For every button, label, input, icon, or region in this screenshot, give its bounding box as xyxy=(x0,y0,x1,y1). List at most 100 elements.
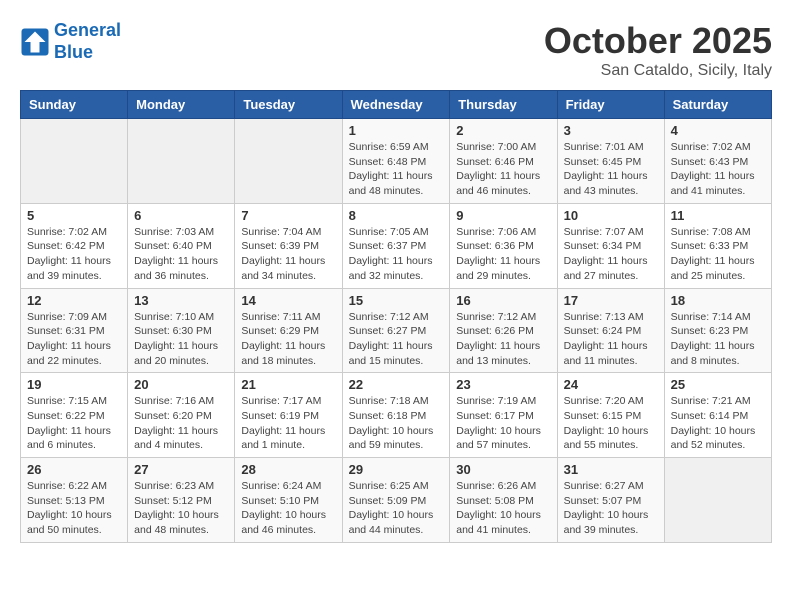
calendar-day-cell: 9 Sunrise: 7:06 AM Sunset: 6:36 PM Daylig… xyxy=(450,203,557,288)
calendar-day-cell: 6 Sunrise: 7:03 AM Sunset: 6:40 PM Daylig… xyxy=(128,203,235,288)
day-info: Sunrise: 6:23 AM Sunset: 5:12 PM Dayligh… xyxy=(134,479,228,538)
day-of-week-header: Tuesday xyxy=(235,91,342,119)
day-number: 21 xyxy=(241,377,335,392)
day-info: Sunrise: 7:11 AM Sunset: 6:29 PM Dayligh… xyxy=(241,310,335,369)
day-number: 6 xyxy=(134,208,228,223)
calendar-day-cell: 8 Sunrise: 7:05 AM Sunset: 6:37 PM Daylig… xyxy=(342,203,450,288)
day-number: 3 xyxy=(564,123,658,138)
calendar-day-cell: 1 Sunrise: 6:59 AM Sunset: 6:48 PM Daylig… xyxy=(342,119,450,204)
calendar-day-cell: 30Sunrise: 6:26 AM Sunset: 5:08 PM Dayli… xyxy=(450,458,557,543)
day-number: 14 xyxy=(241,293,335,308)
day-number: 11 xyxy=(671,208,765,223)
day-info: Sunrise: 7:12 AM Sunset: 6:27 PM Dayligh… xyxy=(349,310,444,369)
calendar-day-cell: 17 Sunrise: 7:13 AM Sunset: 6:24 PM Dayli… xyxy=(557,288,664,373)
day-info: Sunrise: 7:02 AM Sunset: 6:43 PM Dayligh… xyxy=(671,140,765,199)
day-info: Sunrise: 7:13 AM Sunset: 6:24 PM Dayligh… xyxy=(564,310,658,369)
day-number: 27 xyxy=(134,462,228,477)
day-number: 29 xyxy=(349,462,444,477)
day-info: Sunrise: 7:06 AM Sunset: 6:36 PM Dayligh… xyxy=(456,225,550,284)
calendar-week-row: 26 Sunrise: 6:22 AM Sunset: 5:13 PM Dayli… xyxy=(21,458,772,543)
day-info: Sunrise: 7:01 AM Sunset: 6:45 PM Dayligh… xyxy=(564,140,658,199)
day-of-week-header: Friday xyxy=(557,91,664,119)
day-number: 12 xyxy=(27,293,121,308)
day-number: 13 xyxy=(134,293,228,308)
calendar-day-cell: 19Sunrise: 7:15 AM Sunset: 6:22 PM Dayli… xyxy=(21,373,128,458)
logo-icon xyxy=(20,27,50,57)
day-info: Sunrise: 6:24 AM Sunset: 5:10 PM Dayligh… xyxy=(241,479,335,538)
day-number: 28 xyxy=(241,462,335,477)
day-info: Sunrise: 6:25 AM Sunset: 5:09 PM Dayligh… xyxy=(349,479,444,538)
calendar-week-row: 5 Sunrise: 7:02 AM Sunset: 6:42 PM Daylig… xyxy=(21,203,772,288)
day-info: Sunrise: 7:21 AM Sunset: 6:14 PM Dayligh… xyxy=(671,394,765,453)
calendar-day-cell: 7 Sunrise: 7:04 AM Sunset: 6:39 PM Daylig… xyxy=(235,203,342,288)
day-info: Sunrise: 7:17 AM Sunset: 6:19 PM Dayligh… xyxy=(241,394,335,453)
day-info: Sunrise: 7:05 AM Sunset: 6:37 PM Dayligh… xyxy=(349,225,444,284)
day-info: Sunrise: 7:15 AM Sunset: 6:22 PM Dayligh… xyxy=(27,394,121,453)
month-title: October 2025 San Cataldo, Sicily, Italy xyxy=(544,20,772,80)
calendar-day-cell: 2 Sunrise: 7:00 AM Sunset: 6:46 PM Daylig… xyxy=(450,119,557,204)
day-of-week-header: Saturday xyxy=(664,91,771,119)
calendar-header-row: SundayMondayTuesdayWednesdayThursdayFrid… xyxy=(21,91,772,119)
calendar-day-cell: 23Sunrise: 7:19 AM Sunset: 6:17 PM Dayli… xyxy=(450,373,557,458)
calendar-table: SundayMondayTuesdayWednesdayThursdayFrid… xyxy=(20,90,772,543)
day-info: Sunrise: 7:04 AM Sunset: 6:39 PM Dayligh… xyxy=(241,225,335,284)
day-number: 15 xyxy=(349,293,444,308)
day-number: 24 xyxy=(564,377,658,392)
calendar-day-cell: 26 Sunrise: 6:22 AM Sunset: 5:13 PM Dayli… xyxy=(21,458,128,543)
calendar-day-cell: 5 Sunrise: 7:02 AM Sunset: 6:42 PM Daylig… xyxy=(21,203,128,288)
day-of-week-header: Wednesday xyxy=(342,91,450,119)
calendar-day-cell: 29 Sunrise: 6:25 AM Sunset: 5:09 PM Dayli… xyxy=(342,458,450,543)
calendar-week-row: 19Sunrise: 7:15 AM Sunset: 6:22 PM Dayli… xyxy=(21,373,772,458)
calendar-day-cell: 27 Sunrise: 6:23 AM Sunset: 5:12 PM Dayli… xyxy=(128,458,235,543)
day-number: 17 xyxy=(564,293,658,308)
calendar-day-cell: 21 Sunrise: 7:17 AM Sunset: 6:19 PM Dayli… xyxy=(235,373,342,458)
day-number: 23 xyxy=(456,377,550,392)
day-info: Sunrise: 7:16 AM Sunset: 6:20 PM Dayligh… xyxy=(134,394,228,453)
day-number: 5 xyxy=(27,208,121,223)
day-number: 8 xyxy=(349,208,444,223)
day-info: Sunrise: 7:09 AM Sunset: 6:31 PM Dayligh… xyxy=(27,310,121,369)
calendar-day-cell: 22 Sunrise: 7:18 AM Sunset: 6:18 PM Dayli… xyxy=(342,373,450,458)
calendar-day-cell xyxy=(128,119,235,204)
day-info: Sunrise: 7:10 AM Sunset: 6:30 PM Dayligh… xyxy=(134,310,228,369)
day-number: 1 xyxy=(349,123,444,138)
calendar-week-row: 1 Sunrise: 6:59 AM Sunset: 6:48 PM Daylig… xyxy=(21,119,772,204)
day-number: 2 xyxy=(456,123,550,138)
calendar-day-cell: 10 Sunrise: 7:07 AM Sunset: 6:34 PM Dayli… xyxy=(557,203,664,288)
day-number: 16 xyxy=(456,293,550,308)
calendar-day-cell: 14 Sunrise: 7:11 AM Sunset: 6:29 PM Dayli… xyxy=(235,288,342,373)
day-info: Sunrise: 6:27 AM Sunset: 5:07 PM Dayligh… xyxy=(564,479,658,538)
day-info: Sunrise: 6:59 AM Sunset: 6:48 PM Dayligh… xyxy=(349,140,444,199)
day-number: 22 xyxy=(349,377,444,392)
day-of-week-header: Sunday xyxy=(21,91,128,119)
calendar-week-row: 12 Sunrise: 7:09 AM Sunset: 6:31 PM Dayli… xyxy=(21,288,772,373)
logo: General Blue xyxy=(20,20,121,63)
day-number: 7 xyxy=(241,208,335,223)
day-number: 20 xyxy=(134,377,228,392)
calendar-day-cell: 15 Sunrise: 7:12 AM Sunset: 6:27 PM Dayli… xyxy=(342,288,450,373)
day-number: 30 xyxy=(456,462,550,477)
page-header: General Blue October 2025 San Cataldo, S… xyxy=(20,20,772,80)
calendar-day-cell: 13 Sunrise: 7:10 AM Sunset: 6:30 PM Dayli… xyxy=(128,288,235,373)
day-info: Sunrise: 7:18 AM Sunset: 6:18 PM Dayligh… xyxy=(349,394,444,453)
calendar-day-cell xyxy=(21,119,128,204)
month-year: October 2025 xyxy=(544,20,772,62)
day-of-week-header: Monday xyxy=(128,91,235,119)
day-number: 10 xyxy=(564,208,658,223)
day-number: 18 xyxy=(671,293,765,308)
calendar-day-cell: 3 Sunrise: 7:01 AM Sunset: 6:45 PM Daylig… xyxy=(557,119,664,204)
calendar-day-cell: 18Sunrise: 7:14 AM Sunset: 6:23 PM Dayli… xyxy=(664,288,771,373)
calendar-day-cell: 16Sunrise: 7:12 AM Sunset: 6:26 PM Dayli… xyxy=(450,288,557,373)
day-info: Sunrise: 7:00 AM Sunset: 6:46 PM Dayligh… xyxy=(456,140,550,199)
location: San Cataldo, Sicily, Italy xyxy=(544,62,772,80)
day-info: Sunrise: 7:20 AM Sunset: 6:15 PM Dayligh… xyxy=(564,394,658,453)
day-number: 9 xyxy=(456,208,550,223)
day-number: 25 xyxy=(671,377,765,392)
day-info: Sunrise: 6:22 AM Sunset: 5:13 PM Dayligh… xyxy=(27,479,121,538)
day-info: Sunrise: 7:07 AM Sunset: 6:34 PM Dayligh… xyxy=(564,225,658,284)
day-info: Sunrise: 7:02 AM Sunset: 6:42 PM Dayligh… xyxy=(27,225,121,284)
day-number: 26 xyxy=(27,462,121,477)
day-number: 31 xyxy=(564,462,658,477)
calendar-day-cell xyxy=(664,458,771,543)
day-info: Sunrise: 7:03 AM Sunset: 6:40 PM Dayligh… xyxy=(134,225,228,284)
